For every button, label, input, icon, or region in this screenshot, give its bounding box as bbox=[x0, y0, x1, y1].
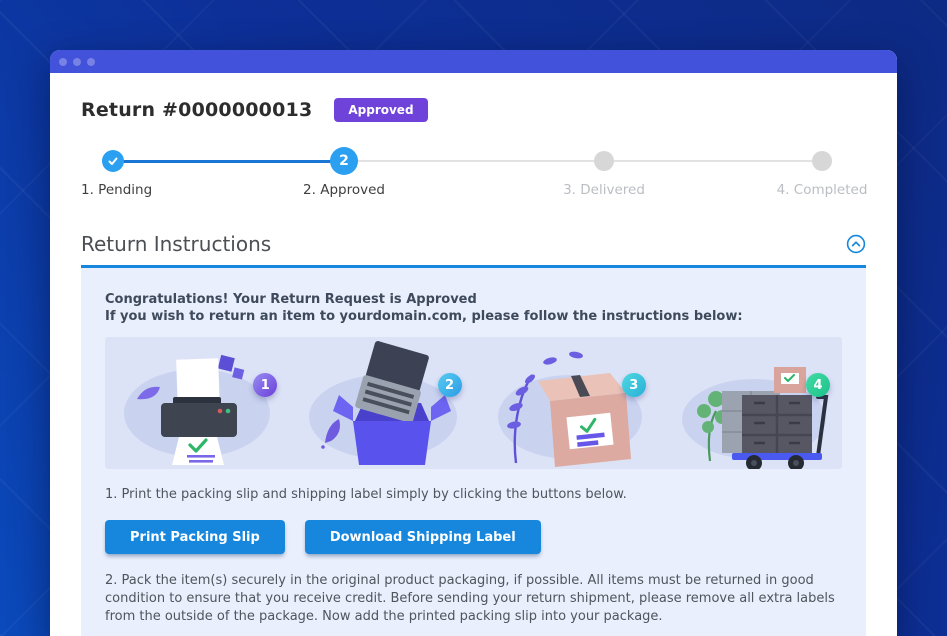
illustration-print-packing-slip: 1 bbox=[105, 337, 289, 469]
step-label-approved: 2. Approved bbox=[303, 182, 385, 198]
instruction-illustrations: 1 2 3 4 bbox=[105, 337, 842, 469]
illustration-step-4-badge: 4 bbox=[806, 373, 830, 397]
printer-illustration-icon bbox=[124, 354, 271, 465]
chevron-up-icon bbox=[846, 234, 866, 254]
section-header: Return Instructions bbox=[81, 232, 866, 268]
step-completed-indicator bbox=[812, 151, 832, 171]
illustration-step-2-badge: 2 bbox=[437, 373, 462, 397]
congratulations-text: Congratulations! Your Return Request is … bbox=[105, 292, 842, 325]
step-number: 2 bbox=[339, 153, 349, 169]
step-approved-indicator: 2 bbox=[330, 147, 358, 175]
action-buttons-row: Print Packing Slip Download Shipping Lab… bbox=[105, 520, 842, 554]
header-row: Return #0000000013 Approved bbox=[81, 95, 866, 125]
step-label-completed: 4. Completed bbox=[776, 182, 868, 198]
collapse-section-button[interactable] bbox=[846, 234, 866, 254]
page-title: Return #0000000013 bbox=[81, 99, 313, 121]
return-window: Return #0000000013 Approved 2 1. Pending… bbox=[50, 50, 897, 636]
return-card: Return #0000000013 Approved 2 1. Pending… bbox=[50, 95, 897, 636]
desktop-background: Return #0000000013 Approved 2 1. Pending… bbox=[0, 0, 947, 636]
instruction-step-2-text: 2. Pack the item(s) securely in the orig… bbox=[105, 573, 835, 624]
section-title: Return Instructions bbox=[81, 232, 272, 256]
step-label-pending: 1. Pending bbox=[81, 182, 153, 198]
illustration-step-3-badge: 3 bbox=[621, 373, 646, 397]
progress-stepper: 2 1. Pending 2. Approved 3. Delivered 4.… bbox=[81, 144, 868, 206]
status-badge: Approved bbox=[334, 98, 428, 122]
instruction-step-1-text: 1. Print the packing slip and shipping l… bbox=[105, 487, 627, 502]
print-packing-slip-button[interactable]: Print Packing Slip bbox=[105, 520, 285, 554]
step-label-delivered: 3. Delivered bbox=[563, 182, 645, 198]
illustration-sealed-package: 3 bbox=[474, 337, 658, 469]
laptop-in-box-illustration-icon bbox=[309, 341, 458, 465]
step-delivered-indicator bbox=[594, 151, 614, 171]
illustration-ship-packages: 4 bbox=[658, 337, 842, 469]
congrats-subtitle: If you wish to return an item to yourdom… bbox=[105, 308, 743, 324]
delivery-cart-illustration-icon bbox=[681, 367, 829, 469]
download-shipping-label-button[interactable]: Download Shipping Label bbox=[304, 520, 541, 554]
package-illustration-icon bbox=[497, 351, 642, 467]
stepper-track-completed bbox=[113, 159, 344, 163]
illustration-pack-item-in-box: 2 bbox=[289, 337, 473, 469]
check-icon bbox=[108, 157, 118, 165]
congrats-title: Congratulations! Your Return Request is … bbox=[105, 292, 477, 307]
window-control-dot[interactable] bbox=[59, 57, 67, 66]
step-pending-indicator bbox=[102, 150, 124, 172]
window-control-dot[interactable] bbox=[87, 57, 95, 66]
window-titlebar bbox=[50, 50, 897, 73]
window-control-dot[interactable] bbox=[73, 57, 81, 66]
return-instructions-panel: Congratulations! Your Return Request is … bbox=[81, 268, 866, 636]
